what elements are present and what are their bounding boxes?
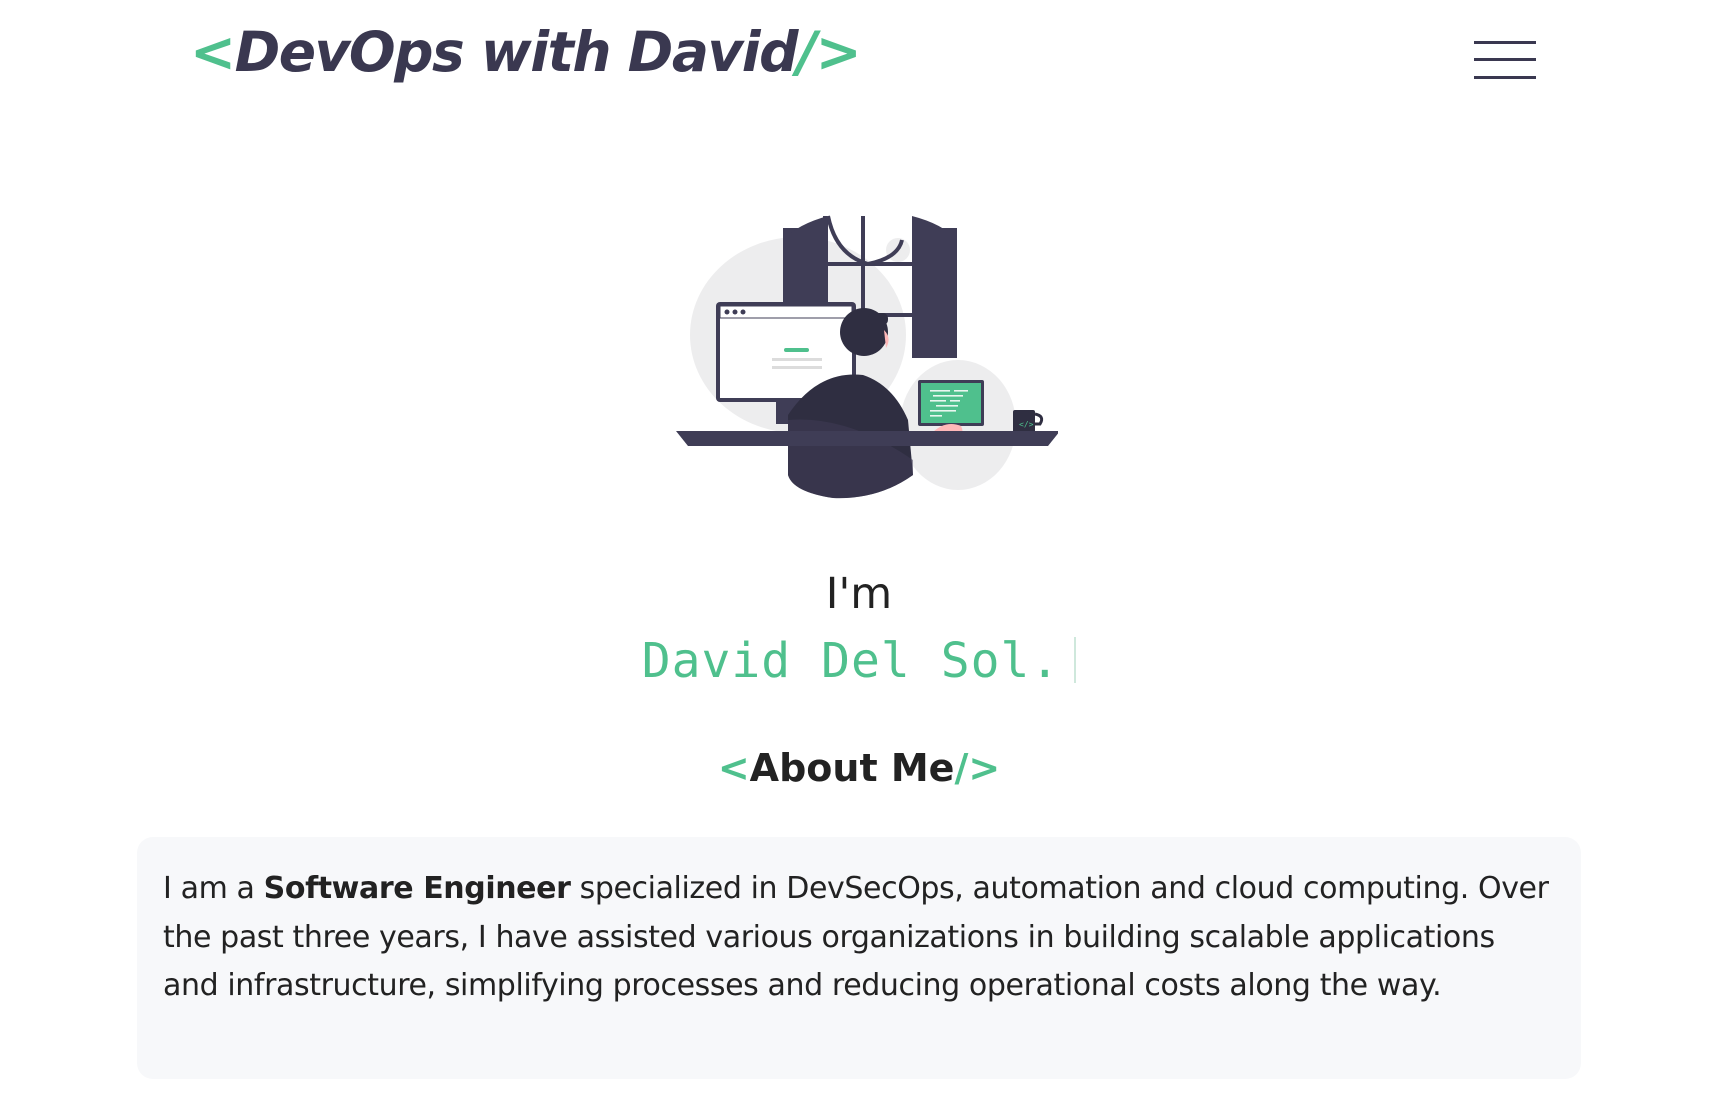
developer-at-desk-illustration: </> xyxy=(668,210,1060,500)
hero-greeting: I'm xyxy=(825,569,893,619)
typed-line: David Del Sol. xyxy=(0,630,1718,703)
menu-bar-middle xyxy=(1474,58,1536,61)
hamburger-menu-icon[interactable] xyxy=(1474,38,1536,84)
menu-bar-top xyxy=(1474,41,1536,44)
about-card: I am a Software Engineer specialized in … xyxy=(137,837,1581,1079)
about-paragraph: I am a Software Engineer specialized in … xyxy=(163,865,1557,1011)
site-header: <DevOps with David/> xyxy=(0,0,1718,110)
logo-text: DevOps with David xyxy=(234,20,799,84)
typed-name: David Del Sol. xyxy=(641,633,1061,689)
logo-open-bracket: < xyxy=(190,20,236,84)
about-open-bracket: < xyxy=(717,746,750,790)
illustration-svg: </> xyxy=(676,215,1060,499)
about-heading: <About Me/> xyxy=(0,742,1718,794)
about-prefix: I am a xyxy=(163,871,264,906)
about-slash: / xyxy=(954,746,969,790)
svg-text:</>: </> xyxy=(1019,420,1034,429)
about-highlight: Software Engineer xyxy=(263,871,571,906)
logo-close-bracket: > xyxy=(815,20,862,84)
site-logo[interactable]: <DevOps with David/> xyxy=(190,14,862,90)
typing-cursor xyxy=(1074,637,1077,683)
logo-slash: / xyxy=(797,20,817,84)
about-heading-text: About Me xyxy=(749,746,955,790)
about-close-bracket: > xyxy=(968,746,1001,790)
menu-bar-bottom xyxy=(1474,76,1536,79)
